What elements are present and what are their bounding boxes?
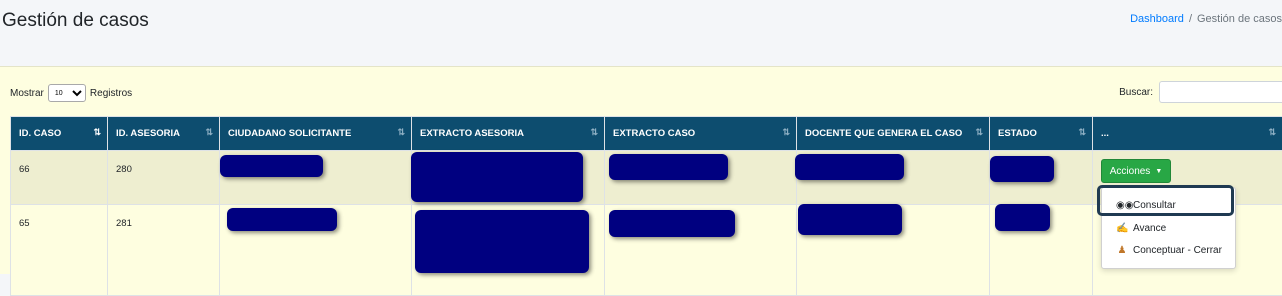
breadcrumb-dashboard-link[interactable]: Dashboard — [1130, 13, 1184, 25]
redaction-block — [795, 154, 904, 180]
cell-id-asesoria: 281 — [108, 205, 220, 296]
redaction-block — [995, 204, 1050, 231]
page-title: Gestión de casos — [2, 10, 149, 32]
sort-icon: ⇅ — [590, 127, 598, 138]
acciones-dropdown-button[interactable]: Acciones ▼ — [1101, 159, 1171, 183]
acciones-menu: ◉◉ Consultar ✍ Avance ♟ Conceptuar - Cer… — [1101, 187, 1236, 269]
page-header: Gestión de casos Dashboard / Gestión de ca… — [0, 0, 1282, 50]
cell-id-caso: 66 — [11, 151, 108, 205]
menu-item-conceptuar-cerrar[interactable]: ♟ Conceptuar - Cerrar — [1102, 239, 1235, 261]
length-prefix: Mostrar — [10, 88, 44, 99]
menu-item-label: Consultar — [1133, 200, 1176, 211]
redaction-block — [220, 155, 323, 177]
column-header-actions[interactable]: ...⇅ — [1093, 117, 1282, 151]
redaction-block — [990, 156, 1054, 182]
menu-item-consultar[interactable]: ◉◉ Consultar — [1102, 194, 1235, 216]
cell-id-caso: 65 — [11, 205, 108, 296]
search-input[interactable] — [1159, 81, 1282, 103]
search-control: Buscar: — [1119, 81, 1282, 103]
column-header-ciudadano[interactable]: CIUDADANO SOLICITANTE⇅ — [220, 117, 412, 151]
redaction-block — [609, 210, 735, 237]
sort-desc-icon: ⇅ — [93, 127, 101, 138]
caret-down-icon: ▼ — [1155, 168, 1162, 175]
breadcrumb: Dashboard / Gestión de casos — [1130, 13, 1282, 25]
menu-item-label: Conceptuar - Cerrar — [1133, 245, 1222, 256]
page-length-select[interactable]: 10 — [48, 84, 86, 102]
length-control: Mostrar 10 Registros — [10, 84, 132, 102]
length-suffix: Registros — [90, 88, 132, 99]
redaction-block — [415, 210, 589, 273]
acciones-label: Acciones — [1110, 166, 1151, 177]
table-header-row: ID. CASO⇅ ID. ASESORIA⇅ CIUDADANO SOLICI… — [11, 117, 1282, 151]
sort-icon: ⇅ — [782, 127, 790, 138]
sort-icon: ⇅ — [975, 127, 983, 138]
column-header-extracto-asesoria[interactable]: EXTRACTO ASESORIA⇅ — [412, 117, 605, 151]
pencil-hand-icon: ✍ — [1116, 223, 1128, 234]
user-gavel-icon: ♟ — [1116, 245, 1128, 256]
column-header-docente[interactable]: DOCENTE QUE GENERA EL CASO⇅ — [797, 117, 990, 151]
cell-id-asesoria: 280 — [108, 151, 220, 205]
sort-icon: ⇅ — [1268, 127, 1276, 138]
breadcrumb-separator: / — [1189, 13, 1192, 25]
sort-icon: ⇅ — [1078, 127, 1086, 138]
sort-icon: ⇅ — [397, 127, 405, 138]
column-header-id-caso[interactable]: ID. CASO⇅ — [11, 117, 108, 151]
cases-table: ID. CASO⇅ ID. ASESORIA⇅ CIUDADANO SOLICI… — [10, 116, 1282, 296]
menu-item-label: Avance — [1133, 223, 1166, 234]
column-header-estado[interactable]: ESTADO⇅ — [990, 117, 1093, 151]
redaction-block — [609, 154, 728, 180]
breadcrumb-current: Gestión de casos — [1197, 13, 1282, 25]
redaction-block — [227, 208, 337, 231]
column-header-id-asesoria[interactable]: ID. ASESORIA⇅ — [108, 117, 220, 151]
column-header-extracto-caso[interactable]: EXTRACTO CASO⇅ — [605, 117, 797, 151]
sort-icon: ⇅ — [205, 127, 213, 138]
redaction-block — [411, 152, 583, 202]
binoculars-icon: ◉◉ — [1116, 200, 1128, 211]
search-label: Buscar: — [1119, 87, 1153, 98]
menu-item-avance[interactable]: ✍ Avance — [1102, 217, 1235, 239]
redaction-block — [798, 204, 902, 235]
